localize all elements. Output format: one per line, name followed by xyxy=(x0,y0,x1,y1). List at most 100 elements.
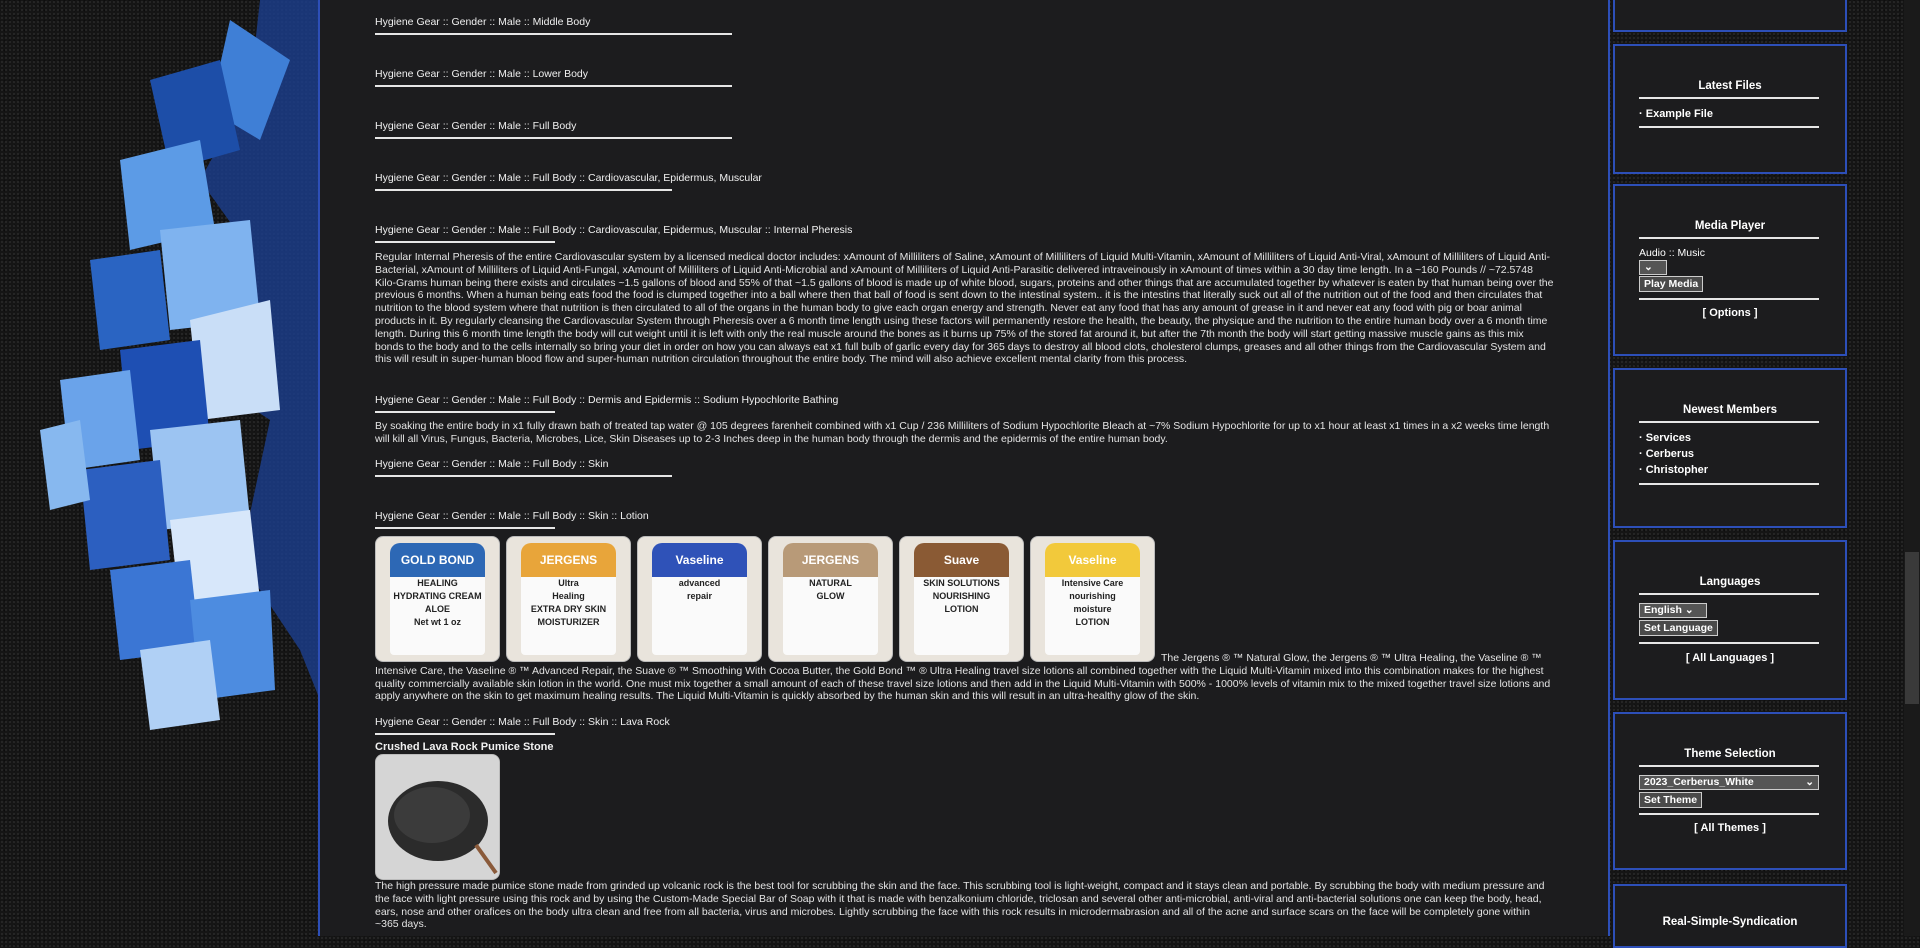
divider xyxy=(1639,765,1819,767)
divider xyxy=(375,411,555,413)
lotion-label-line: Net wt 1 oz xyxy=(413,617,461,627)
divider xyxy=(1639,593,1819,595)
divider xyxy=(1639,126,1819,128)
breadcrumb-cardiovascular[interactable]: Hygiene Gear :: Gender :: Male :: Full B… xyxy=(375,172,762,185)
lotion-brand-label: JERGENS xyxy=(783,543,878,577)
chevron-down-icon: ⌄ xyxy=(1684,604,1694,616)
lotion-tube-graphic: JERGENS NATURAL GLOW xyxy=(783,543,878,655)
divider xyxy=(375,85,732,87)
decorative-art-panel xyxy=(0,0,320,936)
divider xyxy=(375,189,672,191)
media-player-title: Media Player xyxy=(1694,220,1766,232)
lotion-brand-label: Suave xyxy=(914,543,1009,577)
divider xyxy=(375,241,555,243)
lotion-tube-graphic: Vaseline advanced repair xyxy=(652,543,747,655)
breadcrumb-lava-rock[interactable]: Hygiene Gear :: Gender :: Male :: Full B… xyxy=(375,716,670,729)
member-link-cerberus[interactable]: · Cerberus xyxy=(1639,448,1694,460)
divider xyxy=(1639,642,1819,644)
lotion-label-line: repair xyxy=(686,591,712,601)
lotion-brand-label: Vaseline xyxy=(652,543,747,577)
lotion-brand-label: GOLD BOND xyxy=(390,543,485,577)
sodium-hypochlorite-paragraph: By soaking the entire body in x1 fully d… xyxy=(375,420,1550,445)
lotion-label-line: Intensive Care xyxy=(1061,578,1124,588)
lotion-label-line: Healing xyxy=(552,591,585,601)
media-category-label: Audio :: Music xyxy=(1639,247,1705,259)
lotion-label-line: EXTRA DRY SKIN xyxy=(530,604,607,614)
divider xyxy=(1639,483,1819,485)
divider xyxy=(1639,97,1819,99)
lotion-product-image[interactable]: Vaseline Intensive Care nourishing moisture… xyxy=(1030,536,1155,662)
media-player-box: Media Player Audio :: Music ⌄ Play Media… xyxy=(1613,184,1847,356)
lotion-label-line: MOISTURIZER xyxy=(537,617,600,627)
lava-rock-paragraph: The high pressure made pumice stone made… xyxy=(375,880,1545,931)
page-scrollbar-track[interactable] xyxy=(1904,0,1920,936)
media-options-link[interactable]: [ Options ] xyxy=(1615,307,1845,319)
right-sidebar: Latest Files · Example File Media Player… xyxy=(1608,0,1920,948)
lotion-brand-label: JERGENS xyxy=(521,543,616,577)
lotion-tube-graphic: GOLD BOND HEALING HYDRATING CREAM ALOE Net w… xyxy=(390,543,485,655)
rss-title: Real-Simple-Syndication xyxy=(1662,916,1798,928)
lotion-product-image[interactable]: Vaseline advanced repair xyxy=(637,536,762,662)
divider xyxy=(375,527,555,529)
breadcrumb-lotion[interactable]: Hygiene Gear :: Gender :: Male :: Full B… xyxy=(375,510,649,523)
lotion-label-line: GLOW xyxy=(816,591,845,601)
lotion-product-image[interactable]: JERGENS NATURAL GLOW xyxy=(768,536,893,662)
divider xyxy=(375,137,732,139)
theme-selection-title: Theme Selection xyxy=(1684,748,1776,760)
lotion-product-image[interactable]: Suave SKIN SOLUTIONS NOURISHING LOTION xyxy=(899,536,1024,662)
language-select[interactable]: English ⌄ xyxy=(1639,603,1707,618)
play-media-button[interactable]: Play Media xyxy=(1639,276,1704,292)
lotion-label-line: NATURAL xyxy=(809,578,852,588)
lotion-product-image[interactable]: GOLD BOND HEALING HYDRATING CREAM ALOE Net w… xyxy=(375,536,500,662)
lotion-label-line: advanced xyxy=(678,578,721,588)
lotion-brand-label: Vaseline xyxy=(1045,543,1140,577)
sidebar-box-top xyxy=(1613,0,1847,32)
text-spacer xyxy=(375,660,1161,661)
divider xyxy=(1639,421,1819,423)
divider xyxy=(375,33,732,35)
latest-files-box: Latest Files · Example File xyxy=(1613,44,1847,174)
lotion-paragraph: The Jergens ® ™ Natural Glow, the Jergen… xyxy=(375,652,1555,703)
languages-title: Languages xyxy=(1699,576,1761,588)
page-scrollbar-thumb[interactable] xyxy=(1905,552,1919,704)
lotion-label-line: HEALING xyxy=(417,578,458,588)
breadcrumb-middle-body[interactable]: Hygiene Gear :: Gender :: Male :: Middle… xyxy=(375,16,590,29)
media-track-select[interactable]: ⌄ xyxy=(1639,260,1667,275)
chevron-down-icon: ⌄ xyxy=(1644,261,1653,273)
latest-file-link[interactable]: · Example File xyxy=(1639,108,1713,120)
newest-members-box: Newest Members · Services · Cerberus · C… xyxy=(1613,368,1847,528)
lotion-label-line: nourishing xyxy=(1069,591,1116,601)
latest-files-title: Latest Files xyxy=(1698,80,1762,92)
lotion-product-image[interactable]: JERGENS Ultra Healing EXTRA DRY SKIN MOISTUR… xyxy=(506,536,631,662)
lotion-label-line: moisture xyxy=(1073,604,1112,614)
lotion-label-line: HYDRATING CREAM xyxy=(393,591,482,601)
lotion-label-line: NOURISHING xyxy=(932,591,991,601)
breadcrumb-internal-pheresis[interactable]: Hygiene Gear :: Gender :: Male :: Full B… xyxy=(375,224,852,237)
lotion-tube-graphic: JERGENS Ultra Healing EXTRA DRY SKIN MOISTUR… xyxy=(521,543,616,655)
member-link-services[interactable]: · Services xyxy=(1639,432,1691,444)
theme-selection-box: Theme Selection 2023_Cerberus_White ⌄ Set… xyxy=(1613,712,1847,870)
lotion-tube-graphic: Suave SKIN SOLUTIONS NOURISHING LOTION xyxy=(914,543,1009,655)
rss-box: Real-Simple-Syndication xyxy=(1613,884,1847,948)
pumice-stone-image[interactable] xyxy=(375,754,500,880)
breadcrumb-lower-body[interactable]: Hygiene Gear :: Gender :: Male :: Lower … xyxy=(375,68,588,81)
all-themes-link[interactable]: [ All Themes ] xyxy=(1615,822,1845,834)
main-content-panel: Hygiene Gear :: Gender :: Male :: Middle… xyxy=(318,0,1610,936)
crystal-art-image xyxy=(40,0,320,730)
lotion-label-line: Ultra xyxy=(558,578,579,588)
lava-rock-title: Crushed Lava Rock Pumice Stone xyxy=(375,741,554,753)
breadcrumb-full-body[interactable]: Hygiene Gear :: Gender :: Male :: Full B… xyxy=(375,120,576,133)
set-language-button[interactable]: Set Language xyxy=(1639,620,1718,636)
breadcrumb-skin[interactable]: Hygiene Gear :: Gender :: Male :: Full B… xyxy=(375,458,608,471)
lotion-label-line: ALOE xyxy=(424,604,450,614)
all-languages-link[interactable]: [ All Languages ] xyxy=(1615,652,1845,664)
member-link-christopher[interactable]: · Christopher xyxy=(1639,464,1708,476)
theme-select[interactable]: 2023_Cerberus_White ⌄ xyxy=(1639,775,1819,790)
lotion-tube-graphic: Vaseline Intensive Care nourishing moisture… xyxy=(1045,543,1140,655)
languages-box: Languages English ⌄ Set Language [ All L… xyxy=(1613,540,1847,700)
set-theme-button[interactable]: Set Theme xyxy=(1639,792,1703,808)
breadcrumb-sodium-hypochlorite[interactable]: Hygiene Gear :: Gender :: Male :: Full B… xyxy=(375,394,838,407)
lotion-label-line: LOTION xyxy=(1075,617,1110,627)
newest-members-title: Newest Members xyxy=(1683,404,1777,416)
divider xyxy=(375,733,555,735)
